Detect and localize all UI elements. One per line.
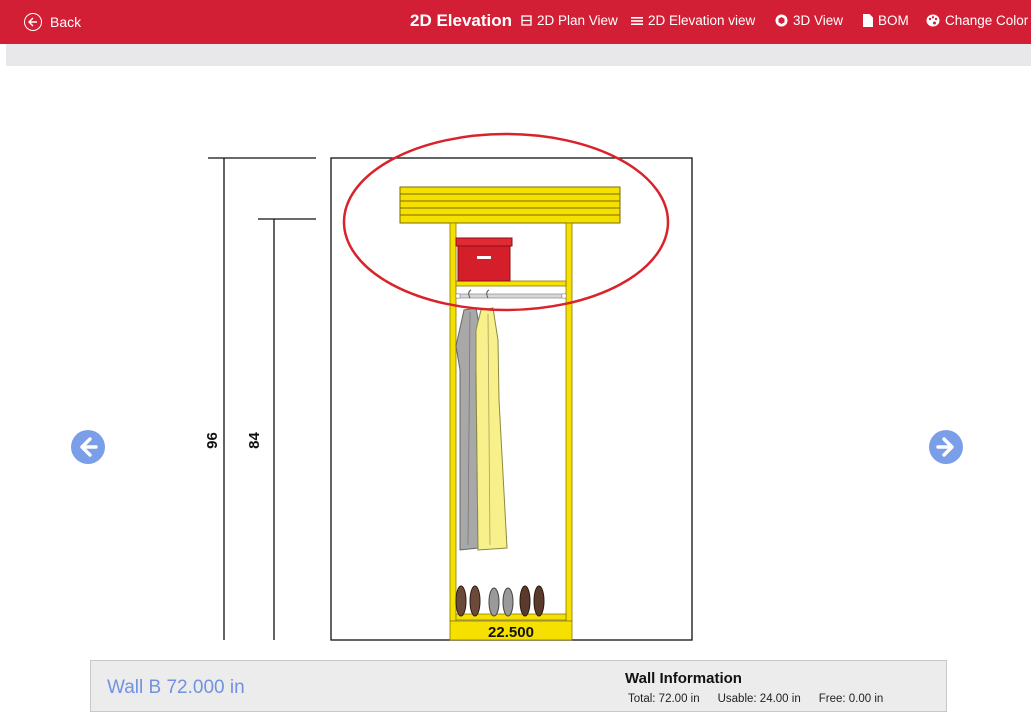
dimension-total-label: 96 [203, 432, 221, 449]
wall-outline [330, 157, 693, 641]
storage-box[interactable] [455, 237, 513, 282]
wall-free: Free: 0.00 in [818, 693, 884, 705]
arrow-right-icon [936, 437, 954, 457]
section-width-label: 22.500 [488, 624, 534, 641]
dimension-usable-label: 84 [245, 432, 263, 449]
arrow-left-icon [80, 437, 98, 457]
yellow-shirt [475, 289, 508, 551]
wall-name: Wall B 72.000 in [107, 677, 245, 698]
wall-info-panel: Wall B 72.000 in Wall Information Total:… [90, 660, 947, 712]
dimension-lines [208, 157, 316, 640]
top-shelf-stack[interactable] [399, 186, 621, 224]
shoes [455, 585, 545, 617]
next-wall-button[interactable] [929, 430, 963, 464]
previous-wall-button[interactable] [71, 430, 105, 464]
elevation-drawing [208, 132, 693, 641]
hanging-rod[interactable] [455, 293, 567, 299]
wall-usable: Usable: 24.00 in [717, 693, 801, 705]
wall-info-title: Wall Information [625, 670, 742, 687]
wall-info-stats: Total: 72.00 in Usable: 24.00 in Free: 0.0… [628, 693, 901, 705]
wall-total: Total: 72.00 in [628, 693, 700, 705]
